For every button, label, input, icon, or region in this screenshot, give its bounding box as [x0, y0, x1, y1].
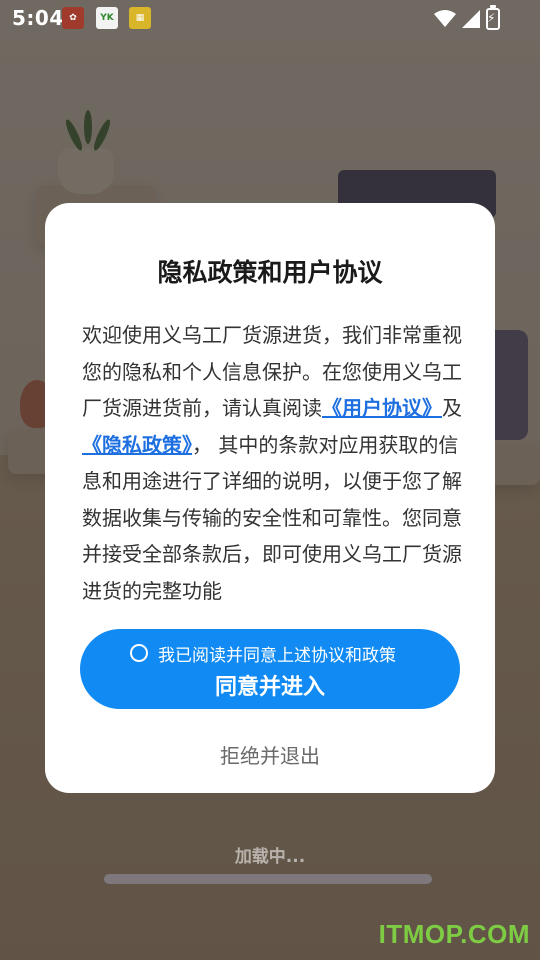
- signal-icon: [462, 10, 480, 28]
- app-screen: 5:04 ✿ YK ▦ ⚡ 加载中... ITMOP.COM 隐私政策和用户协议…: [0, 0, 540, 960]
- dialog-body-text: 欢迎使用义乌工厂货源进货，我们非常重视您的隐私和个人信息保护。在您使用义乌工厂货…: [82, 317, 462, 609]
- user-agreement-link[interactable]: 《用户协议》: [322, 396, 442, 420]
- wifi-icon: [434, 10, 456, 27]
- privacy-dialog: 隐私政策和用户协议 欢迎使用义乌工厂货源进货，我们非常重视您的隐私和个人信息保护…: [45, 203, 495, 793]
- system-icons: ⚡: [434, 5, 500, 30]
- agree-and-enter-button[interactable]: 我已阅读并同意上述协议和政策 同意并进入: [80, 629, 460, 709]
- privacy-policy-link[interactable]: 《隐私政策》: [82, 433, 192, 457]
- status-time: 5:04: [12, 6, 64, 30]
- dialog-title: 隐私政策和用户协议: [157, 258, 383, 287]
- notification-app-icon: ✿: [62, 7, 84, 29]
- reject-and-exit-button[interactable]: 拒绝并退出: [45, 740, 495, 769]
- notification-app-icon: YK: [96, 7, 118, 29]
- agree-button-label: 同意并进入: [214, 675, 325, 700]
- agreement-checkbox-label[interactable]: 我已阅读并同意上述协议和政策: [158, 641, 396, 666]
- body-text-part2: ， 其中的条款对应用获取的信息和用途进行了详细的说明，以便于您了解数据收集与传输…: [82, 432, 462, 603]
- watermark: ITMOP.COM: [378, 919, 530, 949]
- status-bar: 5:04 ✿ YK ▦ ⚡: [0, 0, 540, 38]
- agreement-radio-checkbox[interactable]: [130, 644, 148, 662]
- loading-text: 加载中...: [234, 847, 306, 867]
- loading-progress-bar: [104, 874, 432, 884]
- battery-icon: ⚡: [486, 5, 500, 30]
- charging-icon: ⚡: [487, 11, 496, 25]
- notification-app-icon: ▦: [129, 7, 151, 29]
- body-text-and: 及: [442, 396, 462, 420]
